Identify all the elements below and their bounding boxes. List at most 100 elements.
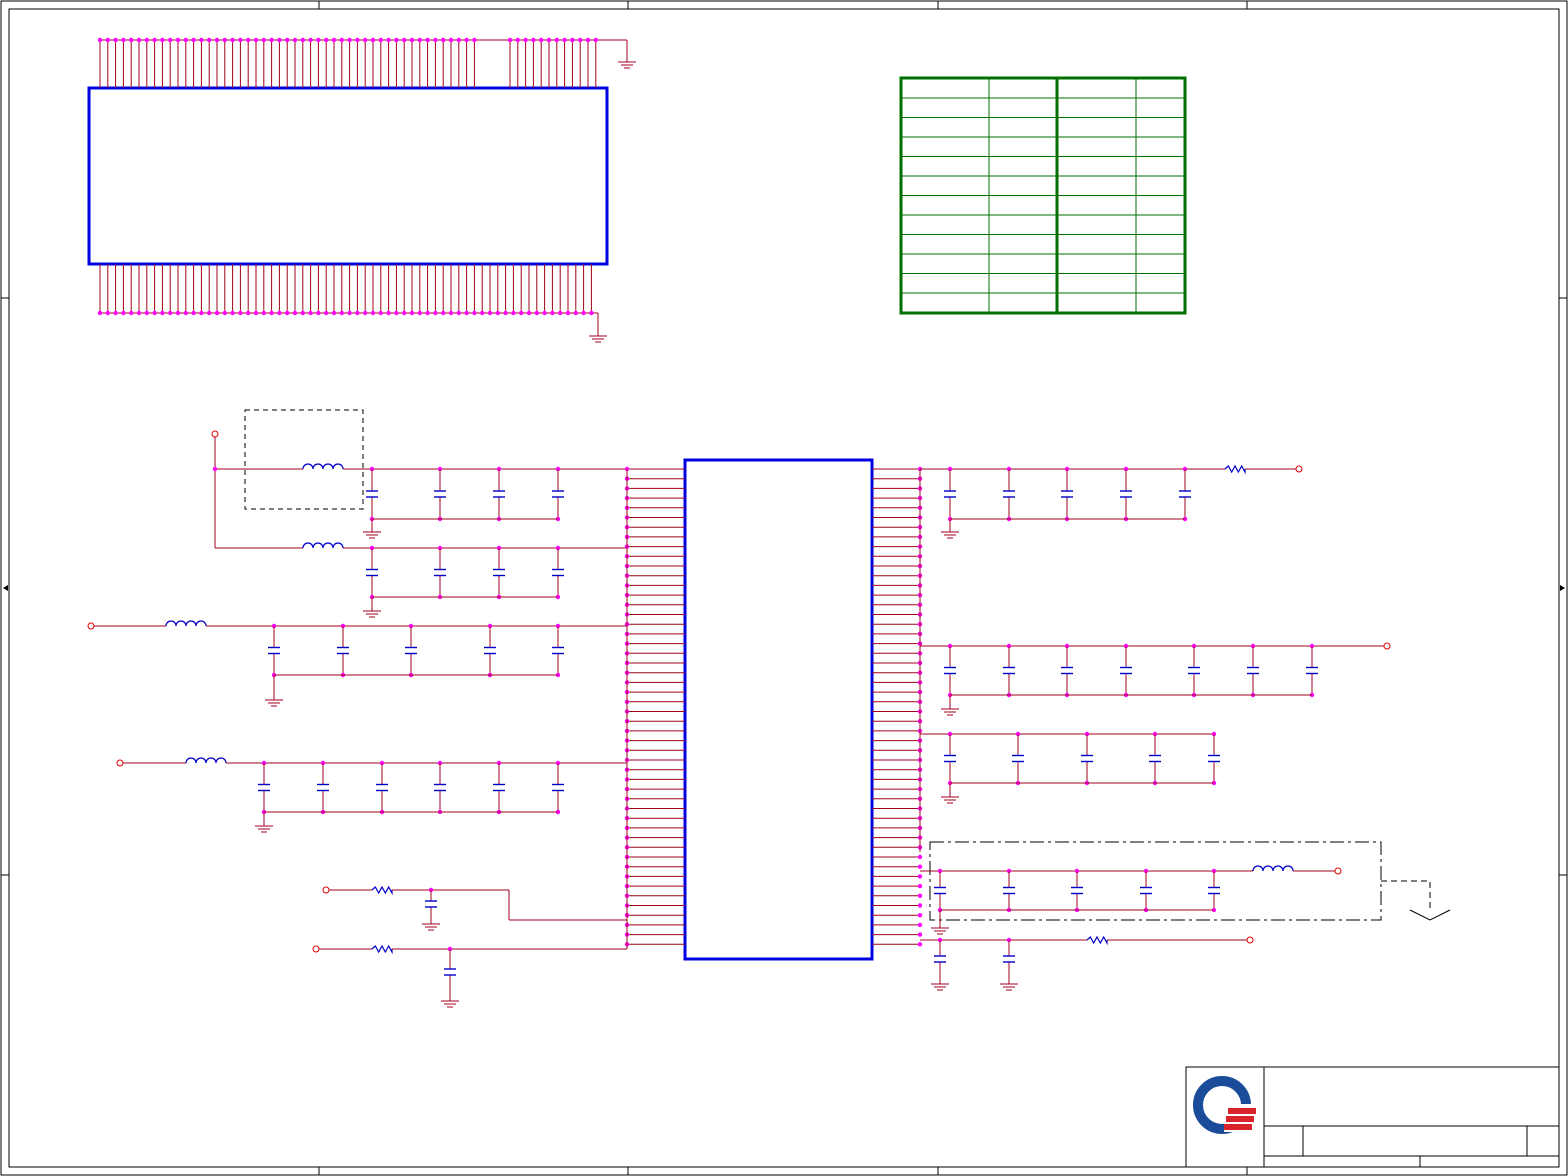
junction-dot bbox=[253, 37, 259, 43]
resistor-zigzag bbox=[1086, 935, 1108, 946]
junction-dot bbox=[347, 37, 352, 43]
junction-dot bbox=[152, 310, 157, 316]
capacitor-icon bbox=[366, 548, 378, 597]
capacitor-icon bbox=[337, 626, 349, 675]
off-page-port-icon bbox=[322, 886, 330, 894]
junction-dot bbox=[183, 310, 188, 316]
capacitor-icon bbox=[434, 469, 446, 519]
junction-dot bbox=[168, 310, 173, 316]
capacitor-icon bbox=[1061, 646, 1073, 695]
junction-dot bbox=[292, 310, 298, 316]
junction-dot bbox=[370, 37, 376, 43]
junction-dot bbox=[585, 37, 591, 43]
junction-dot bbox=[222, 37, 227, 43]
junction-dot bbox=[558, 310, 563, 316]
junction-dot bbox=[269, 37, 274, 43]
junction-dot bbox=[152, 37, 157, 43]
junction-dot bbox=[417, 310, 422, 316]
junction-dot bbox=[515, 37, 520, 43]
junction-dot bbox=[160, 37, 165, 43]
junction-dot bbox=[136, 37, 142, 43]
capacitor-icon bbox=[1061, 469, 1073, 519]
capacitor-icon bbox=[1306, 646, 1318, 695]
junction-dot bbox=[316, 310, 321, 316]
inductor-coil bbox=[1252, 865, 1294, 872]
junction-dot bbox=[207, 310, 212, 316]
junction-dot bbox=[230, 310, 235, 316]
off-page-port-icon bbox=[87, 622, 95, 630]
junction-dot bbox=[238, 37, 243, 43]
capacitor-icon bbox=[425, 890, 437, 918]
junction-dot bbox=[546, 37, 552, 43]
junction-dot bbox=[300, 37, 305, 43]
capacitor-icon bbox=[552, 548, 564, 597]
inductor-icon bbox=[165, 620, 207, 627]
junction-dot bbox=[363, 310, 368, 316]
ic-body bbox=[683, 458, 874, 961]
junction-dot bbox=[409, 310, 415, 316]
junction-dot bbox=[917, 893, 923, 898]
junction-dot bbox=[448, 37, 454, 43]
junction-dot bbox=[355, 37, 360, 43]
junction-dot bbox=[433, 37, 438, 43]
junction-dot bbox=[593, 37, 598, 43]
capacitor-icon bbox=[1179, 469, 1191, 519]
junction-dot bbox=[261, 310, 266, 316]
title-block bbox=[1185, 1066, 1560, 1168]
junction-dot bbox=[581, 310, 586, 316]
junction-dot bbox=[316, 37, 321, 43]
junction-dot bbox=[441, 37, 446, 43]
junction-dot bbox=[285, 310, 290, 316]
junction-dot bbox=[495, 310, 500, 316]
junction-dot bbox=[417, 37, 422, 43]
junction-dot bbox=[175, 310, 181, 316]
junction-dot bbox=[441, 310, 446, 316]
junction-dot bbox=[277, 37, 282, 43]
connector-body bbox=[87, 86, 609, 266]
dashed-option-box bbox=[244, 409, 364, 510]
main-ic-block bbox=[624, 458, 923, 961]
junction-dot bbox=[523, 37, 528, 43]
inductor-coil bbox=[302, 542, 344, 549]
junction-dot bbox=[144, 37, 149, 43]
connector-block bbox=[87, 37, 636, 343]
ground-symbol-icon bbox=[1000, 978, 1018, 991]
junction-dot bbox=[207, 37, 212, 43]
off-page-port-icon bbox=[1295, 465, 1303, 473]
junction-dot bbox=[300, 310, 305, 316]
junction-dot bbox=[261, 37, 266, 43]
junction-dot bbox=[324, 310, 329, 316]
resistor-icon bbox=[1086, 935, 1108, 946]
ground-symbol-icon bbox=[941, 791, 959, 804]
junction-dot bbox=[324, 37, 329, 43]
junction-dot bbox=[386, 310, 391, 316]
junction-dot bbox=[370, 310, 376, 316]
ground-symbol-icon bbox=[931, 922, 949, 935]
junction-dot bbox=[175, 37, 181, 43]
junction-dot bbox=[105, 37, 111, 43]
capacitor-icon bbox=[434, 548, 446, 597]
junction-dot bbox=[277, 310, 282, 316]
capacitor-icon bbox=[1081, 734, 1093, 783]
capacitor-icon bbox=[944, 469, 956, 519]
junction-dot bbox=[105, 310, 111, 316]
junction-dot bbox=[464, 310, 469, 316]
ground-symbol-icon bbox=[363, 526, 381, 539]
capacitor-icon bbox=[366, 469, 378, 519]
capacitor-icon bbox=[268, 626, 280, 675]
junction-dot bbox=[917, 922, 923, 928]
capacitor-icon bbox=[944, 646, 956, 695]
junction-dot bbox=[238, 310, 243, 316]
resistor-icon bbox=[371, 885, 393, 896]
capacitor-icon bbox=[1208, 734, 1220, 783]
junction-dot bbox=[402, 310, 407, 316]
capacitor-icon bbox=[434, 763, 446, 812]
inner-border bbox=[8, 8, 1560, 1168]
junction-dot bbox=[562, 37, 567, 43]
junction-dot bbox=[570, 37, 575, 43]
capacitor-icon bbox=[1003, 646, 1015, 695]
logo-stripe bbox=[1224, 1124, 1252, 1130]
right-power-nets bbox=[920, 464, 1451, 991]
schematic-sheet bbox=[0, 0, 1568, 1176]
off-page-port-icon bbox=[1334, 867, 1342, 875]
